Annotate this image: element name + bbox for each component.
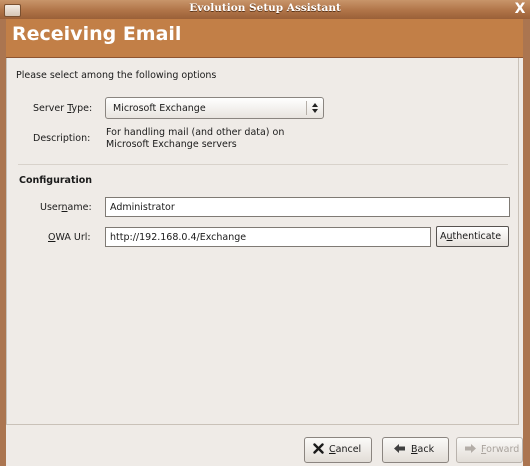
combo-separator	[306, 101, 307, 115]
authenticate-label: Authenticate	[440, 231, 501, 242]
server-type-label-pre: Server	[33, 103, 68, 114]
window-title: Evolution Setup Assistant	[189, 2, 341, 14]
authenticate-button[interactable]: Authenticate	[436, 226, 509, 247]
updown-arrow-icon	[311, 100, 319, 114]
server-type-combobox[interactable]: Microsoft Exchange	[105, 97, 324, 119]
owa-url-label-post: WA Url:	[55, 232, 91, 243]
owa-url-field[interactable]: http://192.168.0.4/Exchange	[105, 227, 431, 247]
window-close-button[interactable]: X	[512, 1, 528, 17]
window-frame-right	[523, 19, 530, 466]
forward-label: Forward	[481, 444, 519, 455]
username-value: Administrator	[110, 202, 175, 213]
back-arrow-icon	[393, 443, 406, 457]
cancel-label-mnemonic: C	[329, 444, 336, 455]
authenticate-label-post: thenticate	[452, 231, 502, 242]
window-titlebar[interactable]: Evolution Setup Assistant X	[0, 0, 530, 20]
username-field[interactable]: Administrator	[105, 197, 510, 217]
forward-button[interactable]: Forward	[456, 437, 523, 463]
instruction-text: Please select among the following option…	[16, 70, 217, 81]
cancel-label-post: ancel	[335, 444, 362, 455]
description-text: For handling mail (and other data) on Mi…	[106, 127, 285, 150]
page-title: Receiving Email	[12, 23, 182, 45]
back-label: Back	[411, 444, 434, 455]
server-type-label-post: ype:	[71, 103, 93, 114]
forward-arrow-icon	[464, 443, 477, 457]
cancel-button[interactable]: Cancel	[304, 437, 372, 463]
username-label: Username:	[40, 202, 92, 213]
description-label: Description:	[33, 133, 91, 144]
owa-url-value: http://192.168.0.4/Exchange	[110, 232, 247, 243]
forward-label-post: orward	[486, 444, 520, 455]
server-type-value: Microsoft Exchange	[113, 103, 206, 114]
back-button[interactable]: Back	[382, 437, 449, 463]
server-type-label: Server Type:	[33, 103, 92, 114]
cancel-icon	[313, 443, 324, 457]
cancel-label: Cancel	[329, 444, 361, 455]
owa-url-label: OWA Url:	[48, 232, 91, 243]
username-label-pre: User	[40, 202, 62, 213]
separator	[18, 164, 508, 165]
configuration-heading: Configuration	[19, 175, 93, 186]
username-label-post: ame:	[67, 202, 92, 213]
back-label-post: ack	[417, 444, 435, 455]
page-header: Receiving Email	[6, 19, 523, 58]
